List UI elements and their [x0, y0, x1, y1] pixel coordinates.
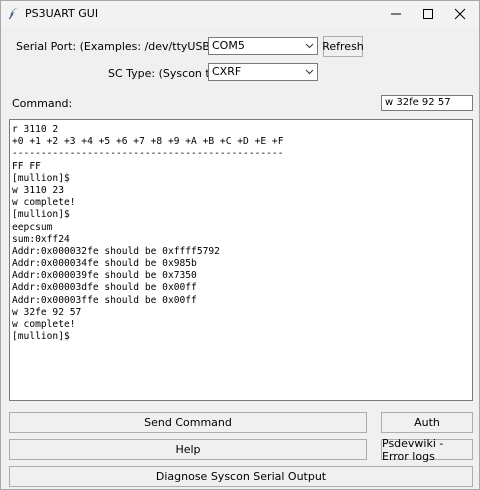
console-line: +0 +1 +2 +3 +4 +5 +6 +7 +8 +9 +A +B +C +… — [12, 136, 284, 148]
console-line: w 32fe 92 57 — [12, 306, 82, 318]
console-line: [mullion]$ — [12, 209, 70, 221]
chevron-down-icon — [301, 38, 317, 54]
output-console[interactable]: r 3110 2 +0 +1 +2 +3 +4 +5 +6 +7 +8 +9 +A… — [9, 119, 473, 401]
title-bar: PS3UART GUI — [1, 1, 479, 27]
close-button[interactable] — [443, 1, 477, 27]
console-line: FF FF — [12, 160, 41, 172]
sc-type-select[interactable]: CXRF — [208, 63, 318, 81]
serial-port-value: COM5 — [212, 39, 245, 52]
console-line: [mullion]$ — [12, 331, 70, 343]
minimize-icon — [391, 13, 401, 15]
command-input[interactable]: w 32fe 92 57 — [381, 95, 473, 111]
console-line: [mullion]$ — [12, 172, 70, 184]
serial-port-select[interactable]: COM5 — [208, 37, 318, 55]
auth-button[interactable]: Auth — [381, 412, 473, 433]
maximize-button[interactable] — [411, 1, 445, 27]
psdevwiki-error-logs-button[interactable]: Psdevwiki - Error logs — [381, 437, 473, 463]
minimize-button[interactable] — [379, 1, 413, 27]
console-line: Addr:0x000032fe should be 0xffff5792 — [12, 245, 220, 257]
chevron-down-icon — [301, 64, 317, 80]
console-line: Addr:0x000039fe should be 0x7350 — [12, 270, 197, 282]
console-line: ----------------------------------------… — [12, 148, 284, 160]
feather-icon — [7, 6, 21, 20]
maximize-icon — [423, 9, 433, 19]
console-line: Addr:0x00003dfe should be 0x00ff — [12, 282, 197, 294]
console-line: w 3110 23 — [12, 184, 64, 196]
send-command-button[interactable]: Send Command — [9, 412, 367, 433]
console-line: Addr:0x00003ffe should be 0x00ff — [12, 294, 197, 306]
sc-type-value: CXRF — [212, 65, 242, 78]
console-line: sum:0xff24 — [12, 233, 70, 245]
console-line: Addr:0x000034fe should be 0x985b — [12, 258, 197, 270]
console-line: r 3110 2 — [12, 124, 59, 135]
window-title: PS3UART GUI — [25, 7, 99, 20]
console-line: w complete! — [12, 197, 76, 209]
refresh-button[interactable]: Refresh — [322, 36, 364, 57]
app-window: PS3UART GUI Serial Port: (Examples: /dev… — [0, 0, 480, 490]
help-button[interactable]: Help — [9, 439, 367, 460]
console-line: eepcsum — [12, 221, 53, 233]
diagnose-syscon-button[interactable]: Diagnose Syscon Serial Output — [9, 466, 473, 487]
command-label: Command: — [12, 97, 73, 110]
console-line: w complete! — [12, 319, 76, 330]
close-icon — [454, 8, 466, 20]
